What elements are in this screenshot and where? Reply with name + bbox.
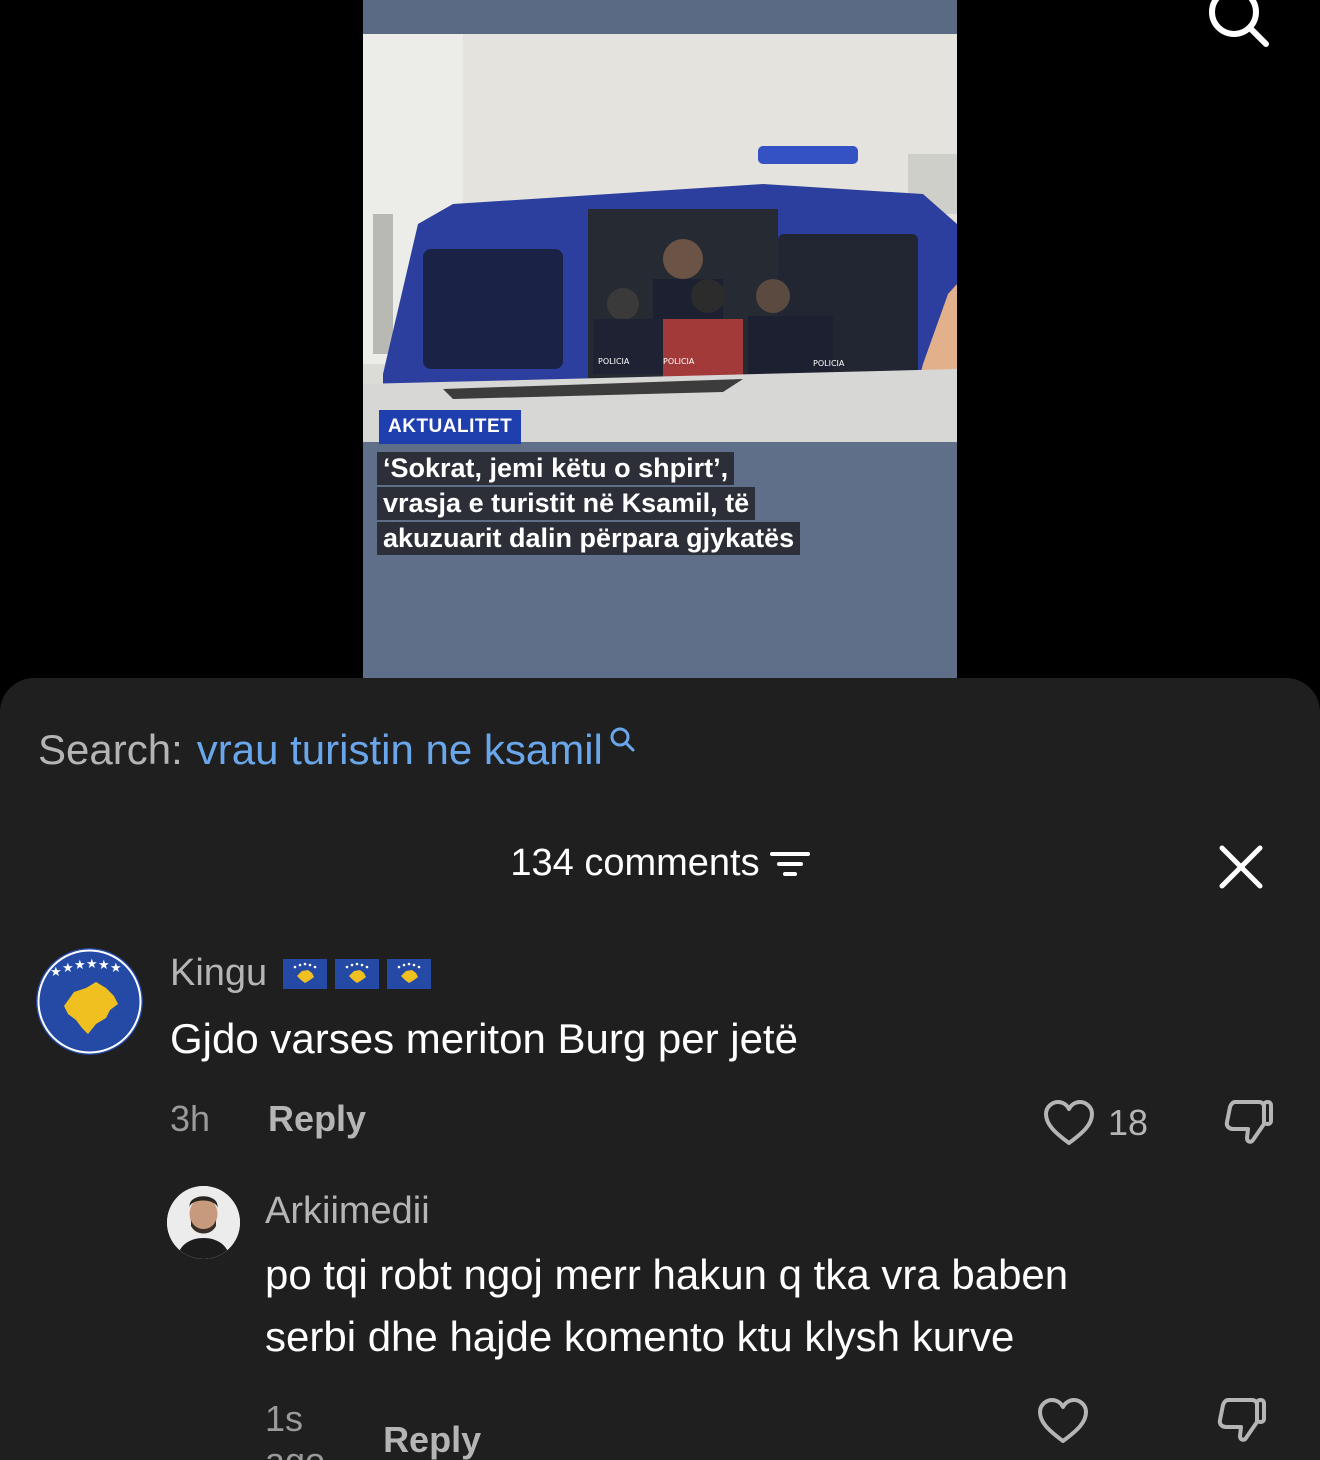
like-button[interactable] bbox=[1036, 1396, 1090, 1446]
comment-text: po tqi robt ngoj merr hakun q tka vra ba… bbox=[265, 1244, 1265, 1368]
filter-icon[interactable] bbox=[769, 847, 810, 881]
reply-button[interactable]: Reply bbox=[268, 1098, 366, 1140]
comment-username[interactable]: Kingu bbox=[170, 952, 432, 995]
heart-icon bbox=[1044, 1100, 1094, 1145]
avatar[interactable]: ★ ★ ★ ★ ★ ★ bbox=[36, 948, 143, 1055]
search-icon[interactable] bbox=[1202, 0, 1272, 52]
kosovo-flag-icon bbox=[387, 958, 432, 989]
kosovo-flag-icon bbox=[335, 958, 380, 989]
close-icon[interactable] bbox=[1218, 844, 1264, 890]
news-headline: ‘Sokrat, jemi këtu o shpirt’, vrasja e t… bbox=[377, 452, 917, 557]
comment-text-line: serbi dhe hajde komento ktu klysh kurve bbox=[265, 1313, 1015, 1360]
search-icon bbox=[610, 727, 635, 752]
kosovo-flag-icon bbox=[283, 958, 328, 989]
comment-meta: 3h Reply bbox=[170, 1098, 366, 1140]
headline-line: akuzuarit dalin përpara gjykatës bbox=[377, 522, 801, 555]
dislike-icon[interactable] bbox=[1214, 1394, 1268, 1448]
headline-line: ‘Sokrat, jemi këtu o shpirt’, bbox=[377, 452, 735, 485]
avatar[interactable] bbox=[167, 1186, 240, 1259]
video-top-bar bbox=[363, 0, 957, 34]
comment-text: Gjdo varses meriton Burg per jetë bbox=[170, 1015, 798, 1062]
heart-icon bbox=[1038, 1398, 1088, 1443]
svg-text:POLICIA: POLICIA bbox=[598, 357, 630, 366]
news-category-tag: AKTUALITET bbox=[379, 410, 522, 444]
svg-text:★: ★ bbox=[62, 961, 74, 976]
svg-text:★: ★ bbox=[98, 958, 110, 973]
related-search[interactable]: Search: vrau turistin ne ksamil bbox=[38, 726, 637, 774]
svg-text:POLICIA: POLICIA bbox=[663, 357, 695, 366]
comments-sheet: Search: vrau turistin ne ksamil 134 comm… bbox=[0, 678, 1320, 1460]
comment-username[interactable]: Arkiimedii bbox=[265, 1190, 430, 1233]
video-frame-police-van: POLICIA POLICIA POLICIA bbox=[363, 34, 957, 442]
comment-time: 3h bbox=[170, 1098, 211, 1139]
headline-line: vrasja e turistit në Ksamil, të bbox=[377, 487, 756, 520]
like-button[interactable]: 18 bbox=[1042, 1098, 1148, 1148]
svg-text:★: ★ bbox=[86, 957, 98, 972]
comment-time: 1s ago bbox=[265, 1398, 325, 1460]
search-query-link[interactable]: vrau turistin ne ksamil bbox=[197, 726, 603, 774]
svg-text:★: ★ bbox=[74, 958, 86, 973]
comment-text-line: po tqi robt ngoj merr hakun q tka vra ba… bbox=[265, 1251, 1069, 1298]
like-count: 18 bbox=[1108, 1102, 1149, 1143]
reply-button[interactable]: Reply bbox=[383, 1419, 481, 1460]
svg-text:POLICIA: POLICIA bbox=[813, 359, 845, 368]
search-label: Search: bbox=[38, 726, 183, 773]
video-player[interactable]: POLICIA POLICIA POLICIA AKTUALITET ‘Sokr… bbox=[363, 0, 957, 678]
dislike-icon[interactable] bbox=[1221, 1096, 1275, 1150]
comment-meta: 1s ago Reply bbox=[265, 1398, 481, 1460]
comments-header: 134 comments bbox=[0, 842, 1320, 892]
svg-text:★: ★ bbox=[110, 961, 122, 976]
screen: POLICIA POLICIA POLICIA AKTUALITET ‘Sokr… bbox=[0, 0, 1320, 1460]
comments-count: 134 comments bbox=[510, 842, 760, 884]
svg-text:★: ★ bbox=[50, 965, 62, 980]
